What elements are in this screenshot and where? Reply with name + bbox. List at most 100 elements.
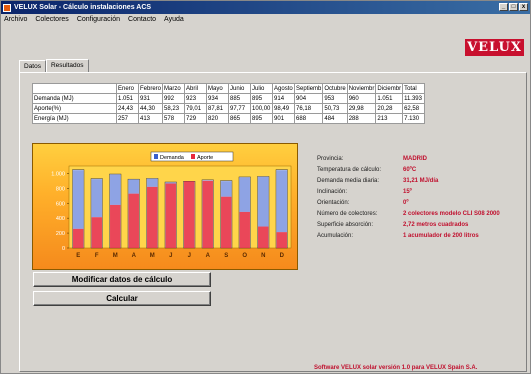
table-cell: 413 [137, 113, 164, 124]
table-cell: 213 [375, 113, 404, 124]
table-cell: 578 [162, 113, 186, 124]
table-header-cell: Total [402, 83, 426, 94]
table-cell: 904 [294, 93, 324, 104]
table-cell: 87,81 [206, 103, 230, 114]
status-bar: Software VELUX solar versión 1.0 para VE… [1, 364, 530, 374]
table-cell: 24,43 [116, 103, 139, 114]
table-cell: 98,49 [272, 103, 296, 114]
table-header-cell: Enero [116, 83, 139, 94]
x-tick-label: A [132, 253, 137, 259]
table-cell: 1.051 [375, 93, 404, 104]
bar-aporte [91, 217, 102, 248]
table-cell: 62,58 [402, 103, 426, 114]
table-cell: 953 [322, 93, 348, 104]
table-cell: 992 [162, 93, 186, 104]
x-tick-label: D [280, 253, 285, 259]
y-tick-label: 0 [62, 246, 65, 252]
table-cell: 931 [137, 93, 164, 104]
table-cell: 923 [184, 93, 208, 104]
info-label: Inclinación: [317, 189, 348, 195]
table-header-cell: Julio [250, 83, 274, 94]
info-label: Demanda media diaria: [317, 178, 380, 184]
table-cell: 58,23 [162, 103, 186, 114]
table-header-cell: Noviembr [346, 83, 377, 94]
table-cell: 484 [322, 113, 348, 124]
menu-archivo[interactable]: Archivo [3, 16, 28, 23]
table-row: Energía (MJ) 257 413 578 729 820 865 895… [32, 113, 426, 124]
bar-aporte [110, 204, 121, 248]
y-tick-label: 800 [56, 186, 65, 192]
bar-aporte [276, 232, 287, 248]
calculate-button[interactable]: Calcular [33, 291, 211, 306]
info-value: 0º [403, 200, 409, 206]
legend-label-demanda: Demanda [160, 155, 185, 161]
legend-swatch-demanda [154, 154, 158, 159]
table-header-cell: Marzo [162, 83, 186, 94]
bar-demanda-unmet [128, 179, 139, 194]
bar-demanda-unmet [276, 170, 287, 233]
table-cell: 76,18 [294, 103, 324, 114]
close-button[interactable]: x [519, 3, 528, 11]
tab-resultados[interactable]: Resultados [45, 59, 89, 72]
table-cell: Energía (MJ) [32, 113, 117, 124]
bar-aporte [128, 193, 139, 248]
bar-demanda-unmet [110, 174, 121, 205]
bar-demanda-unmet [73, 170, 84, 229]
table-cell: 1.051 [116, 93, 139, 104]
bar-demanda-unmet [91, 179, 102, 218]
table-cell: 895 [250, 93, 274, 104]
table-cell: 11.393 [402, 93, 426, 104]
legend-swatch-aporte [191, 154, 195, 159]
x-tick-label: N [261, 253, 265, 259]
modify-data-button[interactable]: Modificar datos de cálculo [33, 272, 211, 287]
menu-colectores[interactable]: Colectores [34, 16, 69, 23]
table-header-cell [32, 83, 117, 94]
table-cell: 688 [294, 113, 324, 124]
table-header-cell: Octubre [322, 83, 348, 94]
bar-aporte [147, 186, 158, 248]
table-cell: 20,28 [375, 103, 404, 114]
bar-aporte [239, 211, 250, 248]
info-value: 15º [403, 189, 412, 195]
bar-aporte [73, 228, 84, 248]
table-cell: 44,30 [137, 103, 164, 114]
menu-ayuda[interactable]: Ayuda [163, 16, 185, 23]
velux-logo: VELUX [465, 39, 524, 56]
table-cell: 820 [206, 113, 230, 124]
table-header-cell: Septiemb [294, 83, 324, 94]
menu-contacto[interactable]: Contacto [127, 16, 157, 23]
menu-configuracion[interactable]: Configuración [76, 16, 121, 23]
maximize-button[interactable]: □ [509, 3, 518, 11]
window-title: VELUX Solar - Cálculo instalaciones ACS [14, 4, 152, 11]
bar-demanda-unmet [147, 178, 158, 187]
legend-label-aporte: Aporte [197, 155, 213, 161]
table-cell: Aporte(%) [32, 103, 117, 114]
info-value: 1 acumulador de 200 litros [403, 233, 479, 239]
x-tick-label: E [76, 253, 80, 259]
x-tick-label: A [206, 253, 211, 259]
bar-demanda-unmet [221, 181, 232, 197]
info-label: Orientación: [317, 200, 350, 206]
table-cell: 7.130 [402, 113, 426, 124]
minimize-button[interactable]: _ [499, 3, 508, 11]
table-header-cell: Diciembr [375, 83, 404, 94]
y-tick-label: 600 [56, 201, 65, 207]
table-cell: 288 [346, 113, 377, 124]
results-table: Enero Febrero Marzo Abril Mayo Junio Jul… [32, 83, 426, 124]
bar-demanda-unmet [239, 177, 250, 212]
title-bar: VELUX Solar - Cálculo instalaciones ACS … [1, 1, 530, 14]
monthly-chart: 0 200 400 600 800 1.000 E F M A M J J A S O N D Demanda Apo… [32, 143, 298, 270]
info-value: 2,72 metros cuadrados [403, 222, 469, 228]
table-cell: 79,01 [184, 103, 208, 114]
info-label: Superficie absorción: [317, 222, 374, 228]
bar-aporte [221, 196, 232, 248]
table-header-cell: Agosto [272, 83, 296, 94]
x-tick-label: M [113, 253, 118, 259]
table-header-cell: Junio [228, 83, 252, 94]
bar-aporte [202, 180, 213, 248]
y-tick-label: 200 [56, 231, 65, 237]
info-label: Número de colectores: [317, 211, 378, 217]
bar-aporte [258, 226, 269, 248]
info-value: 31,21 MJ/día [403, 178, 439, 184]
table-cell: 895 [250, 113, 274, 124]
